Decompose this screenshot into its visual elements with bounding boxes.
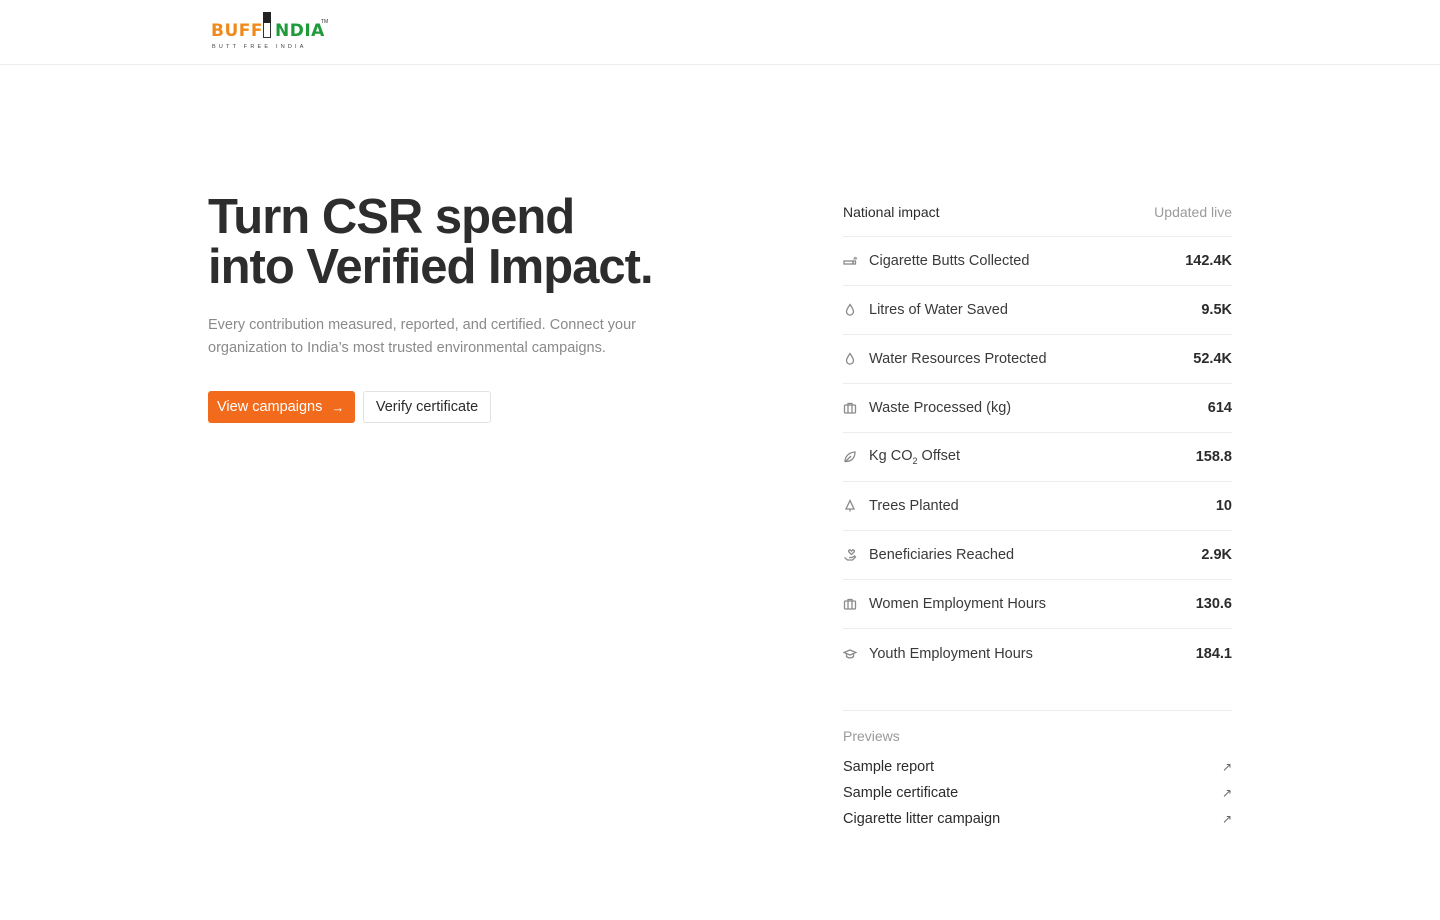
external-link-icon: ↗ [1221,812,1232,826]
metric-row-youth-employment: Youth Employment Hours 184.1 [843,629,1232,678]
metric-row-cigarette-butts: Cigarette Butts Collected 142.4K [843,237,1232,286]
metric-value: 142.4K [1185,253,1232,269]
hand-heart-icon [843,548,857,562]
impact-panel-title: National impact [843,204,940,220]
logo-trademark: TM [321,19,329,25]
metric-value: 52.4K [1193,351,1232,367]
hero-title: Turn CSR spend into Verified Impact. [208,192,768,292]
cigarette-litter-campaign-link[interactable]: Cigarette litter campaign ↗ [843,806,1232,832]
external-link-icon: ↗ [1221,760,1232,774]
verify-certificate-button[interactable]: Verify certificate [363,391,491,423]
logo-word-green: NDIA [275,21,325,41]
hero-subtitle: Every contribution measured, reported, a… [208,317,636,356]
metric-row-co2-offset: Kg CO2 Offset 158.8 [843,433,1232,482]
update-status: Updated live [1154,204,1232,220]
hero-title-line-1: Turn CSR spend [208,190,575,244]
metric-label: Trees Planted [869,498,959,514]
metric-label: Litres of Water Saved [869,302,1008,318]
metric-row-water-saved: Litres of Water Saved 9.5K [843,286,1232,335]
hero-title-line-2: into Verified Impact. [208,240,654,294]
briefcase-icon [843,401,857,415]
metric-value: 10 [1215,498,1232,514]
link-label: Sample certificate [843,785,959,801]
metric-label: Beneficiaries Reached [869,547,1015,563]
metric-label: Water Resources Protected [869,351,1047,367]
leaf-icon [843,450,857,464]
metric-row-trees-planted: Trees Planted 10 [843,482,1232,531]
metric-label: Kg CO2 Offset [869,448,1196,466]
droplet-icon [843,352,857,366]
cigarette-icon [843,254,857,268]
buff-india-logo[interactable]: BUFF NDIA TM BUTT FREE INDIA [208,12,328,54]
metric-row-water-protected: Water Resources Protected 52.4K [843,335,1232,384]
metric-row-beneficiaries: Beneficiaries Reached 2.9K [843,531,1232,580]
briefcase-icon [843,597,857,611]
co2-label-suffix: Offset [917,448,960,465]
metric-value: 2.9K [1201,547,1232,563]
top-navigation-bar: BUFF NDIA TM BUTT FREE INDIA [0,0,1440,65]
metric-value: 130.6 [1195,596,1232,612]
logo-word-orange: BUFF [211,21,263,41]
cigarette-logo-icon [263,12,271,38]
previews-title: Previews [843,728,900,744]
metric-label: Waste Processed (kg) [869,400,1012,416]
metric-row-women-employment: Women Employment Hours 130.6 [843,580,1232,629]
impact-panel-header: National impact Updated live [843,188,1232,237]
sample-report-link[interactable]: Sample report ↗ [843,754,1232,780]
sample-certificate-link[interactable]: Sample certificate ↗ [843,780,1232,806]
co2-label-prefix: Kg CO [869,448,913,465]
link-label: Sample report [843,759,935,775]
metric-label: Cigarette Butts Collected [869,253,1030,269]
view-campaigns-label: View campaigns [217,399,323,415]
metric-label: Youth Employment Hours [869,645,1033,662]
previews-section: Previews Sample report ↗ Sample certific… [843,710,1232,832]
view-campaigns-button[interactable]: View campaigns → [208,391,355,423]
metric-value: 158.8 [1195,449,1232,465]
droplet-icon [843,303,857,317]
metric-row-waste-processed: Waste Processed (kg) 614 [843,384,1232,433]
metric-label: Women Employment Hours [869,596,1047,612]
logo-tagline: BUTT FREE INDIA [212,44,307,50]
metric-value: 614 [1207,400,1232,416]
national-impact-panel: National impact Updated live Cigarette B… [843,188,1232,678]
metric-value: 9.5K [1201,302,1232,318]
tree-icon [843,499,857,513]
graduation-cap-icon [843,647,857,661]
external-link-icon: ↗ [1221,786,1232,800]
link-label: Cigarette litter campaign [843,811,1001,827]
metric-value: 184.1 [1195,645,1232,662]
arrow-right-icon: → [331,399,345,415]
